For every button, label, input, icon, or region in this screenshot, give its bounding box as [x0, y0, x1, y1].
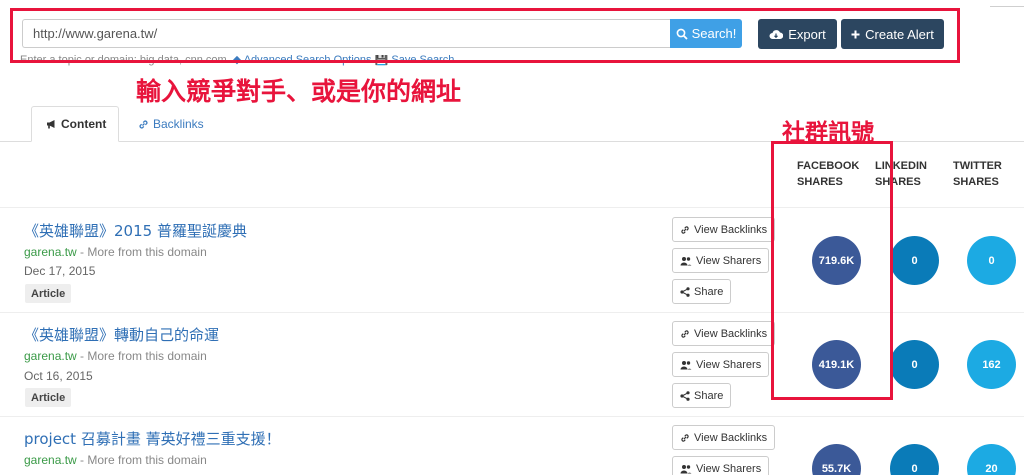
result-title[interactable]: 《英雄聯盟》2015 普羅聖誕慶典 [24, 220, 247, 241]
content-type-badge: Article [25, 388, 72, 407]
domain-link[interactable]: garena.tw [24, 349, 77, 363]
users-icon [680, 256, 692, 266]
linkedin-shares-count: 0 [890, 236, 939, 285]
view-backlinks-button[interactable]: View Backlinks [672, 425, 776, 450]
linkedin-shares-count: 0 [890, 340, 939, 389]
tab-content[interactable]: Content [31, 106, 119, 142]
more-from-domain-link[interactable]: - More from this domain [77, 349, 207, 363]
result-date: Dec 17, 2015 [24, 264, 96, 278]
view-backlinks-button[interactable]: View Backlinks [672, 217, 776, 242]
domain-link[interactable]: garena.tw [24, 453, 77, 467]
tab-content-label: Content [61, 117, 107, 131]
link-icon [680, 329, 690, 339]
users-icon [680, 464, 692, 474]
share-icon [680, 286, 690, 297]
view-sharers-button[interactable]: View Sharers [672, 456, 770, 475]
share-icon [680, 390, 690, 401]
row-divider [0, 416, 1024, 417]
link-icon [138, 119, 149, 130]
megaphone-icon [46, 119, 57, 129]
result-date: Oct 16, 2015 [24, 369, 93, 383]
search-highlight-box [10, 8, 960, 63]
social-signals-highlight-box [771, 141, 893, 400]
view-backlinks-button[interactable]: View Backlinks [672, 321, 776, 346]
tab-backlinks-label: Backlinks [153, 117, 204, 131]
view-sharers-button[interactable]: View Sharers [672, 352, 770, 377]
twitter-shares-count: 20 [967, 444, 1016, 475]
linkedin-shares-count: 0 [890, 444, 939, 475]
link-icon [680, 433, 690, 443]
users-icon [680, 360, 692, 370]
twitter-shares-count: 162 [967, 340, 1016, 389]
share-button[interactable]: Share [672, 383, 732, 408]
share-button[interactable]: Share [672, 279, 732, 304]
result-domain: garena.tw - More from this domain [24, 453, 207, 467]
search-annotation: 輸入競爭對手、或是你的網址 [136, 77, 462, 106]
more-from-domain-link[interactable]: - More from this domain [77, 453, 207, 467]
content-type-badge: Article [25, 284, 72, 303]
result-domain: garena.tw - More from this domain [24, 349, 207, 363]
domain-link[interactable]: garena.tw [24, 245, 77, 259]
view-sharers-button[interactable]: View Sharers [672, 248, 770, 273]
result-title[interactable]: project 召募計畫 菁英好禮三重支援！ [24, 428, 281, 449]
twitter-shares-header[interactable]: TWITTER SHARES [953, 158, 1023, 190]
link-icon [680, 225, 690, 235]
twitter-shares-count: 0 [967, 236, 1016, 285]
facebook-shares-count: 55.7K [812, 444, 861, 475]
top-divider [990, 6, 1024, 7]
tab-backlinks[interactable]: Backlinks [124, 106, 218, 142]
result-domain: garena.tw - More from this domain [24, 245, 207, 259]
more-from-domain-link[interactable]: - More from this domain [77, 245, 207, 259]
result-title[interactable]: 《英雄聯盟》轉動自己的命運 [24, 324, 219, 345]
